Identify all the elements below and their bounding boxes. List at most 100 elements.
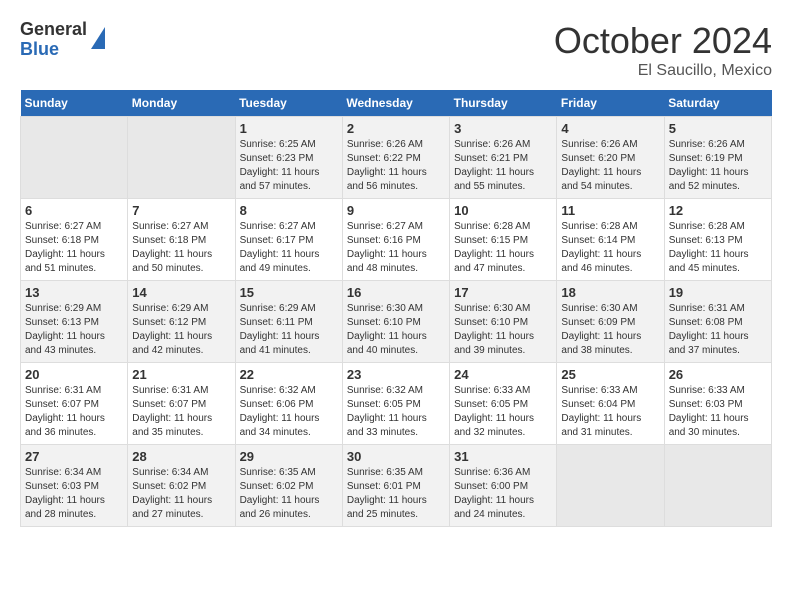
day-number: 30 (347, 449, 445, 464)
week-row: 27 Sunrise: 6:34 AM Sunset: 6:03 PM Dayli… (21, 445, 772, 527)
calendar-cell (128, 117, 235, 199)
day-info: Sunrise: 6:33 AM Sunset: 6:03 PM Dayligh… (669, 384, 767, 440)
calendar-cell: 23 Sunrise: 6:32 AM Sunset: 6:05 PM Dayli… (342, 363, 449, 445)
day-info: Sunrise: 6:27 AM Sunset: 6:16 PM Dayligh… (347, 220, 445, 276)
day-number: 23 (347, 367, 445, 382)
day-number: 16 (347, 285, 445, 300)
day-info: Sunrise: 6:26 AM Sunset: 6:22 PM Dayligh… (347, 138, 445, 194)
logo-blue: Blue (20, 40, 87, 60)
day-info: Sunrise: 6:32 AM Sunset: 6:06 PM Dayligh… (240, 384, 338, 440)
day-number: 5 (669, 121, 767, 136)
day-number: 12 (669, 203, 767, 218)
calendar-cell: 16 Sunrise: 6:30 AM Sunset: 6:10 PM Dayli… (342, 281, 449, 363)
calendar-cell: 24 Sunrise: 6:33 AM Sunset: 6:05 PM Dayli… (450, 363, 557, 445)
calendar-cell: 3 Sunrise: 6:26 AM Sunset: 6:21 PM Daylig… (450, 117, 557, 199)
title-block: October 2024 El Saucillo, Mexico (554, 20, 772, 80)
calendar-cell: 17Sunrise: 6:30 AM Sunset: 6:10 PM Dayli… (450, 281, 557, 363)
day-info: Sunrise: 6:30 AM Sunset: 6:10 PM Dayligh… (454, 302, 552, 358)
day-info: Sunrise: 6:27 AM Sunset: 6:18 PM Dayligh… (25, 220, 123, 276)
calendar-cell: 4 Sunrise: 6:26 AM Sunset: 6:20 PM Daylig… (557, 117, 664, 199)
calendar-cell: 28Sunrise: 6:34 AM Sunset: 6:02 PM Dayli… (128, 445, 235, 527)
day-info: Sunrise: 6:28 AM Sunset: 6:15 PM Dayligh… (454, 220, 552, 276)
day-info: Sunrise: 6:35 AM Sunset: 6:01 PM Dayligh… (347, 466, 445, 522)
day-info: Sunrise: 6:29 AM Sunset: 6:11 PM Dayligh… (240, 302, 338, 358)
calendar-cell: 15 Sunrise: 6:29 AM Sunset: 6:11 PM Dayli… (235, 281, 342, 363)
day-info: Sunrise: 6:26 AM Sunset: 6:19 PM Dayligh… (669, 138, 767, 194)
calendar-cell: 9 Sunrise: 6:27 AM Sunset: 6:16 PM Daylig… (342, 199, 449, 281)
calendar-table: SundayMondayTuesdayWednesdayThursdayFrid… (20, 90, 772, 527)
day-number: 29 (240, 449, 338, 464)
header-row: SundayMondayTuesdayWednesdayThursdayFrid… (21, 90, 772, 117)
day-number: 2 (347, 121, 445, 136)
day-header-saturday: Saturday (664, 90, 771, 117)
day-info: Sunrise: 6:30 AM Sunset: 6:10 PM Dayligh… (347, 302, 445, 358)
day-info: Sunrise: 6:31 AM Sunset: 6:08 PM Dayligh… (669, 302, 767, 358)
day-number: 18 (561, 285, 659, 300)
day-header-thursday: Thursday (450, 90, 557, 117)
day-info: Sunrise: 6:29 AM Sunset: 6:13 PM Dayligh… (25, 302, 123, 358)
day-number: 4 (561, 121, 659, 136)
day-number: 8 (240, 203, 338, 218)
calendar-cell (21, 117, 128, 199)
day-number: 9 (347, 203, 445, 218)
logo-triangle-icon (91, 27, 105, 49)
day-info: Sunrise: 6:32 AM Sunset: 6:05 PM Dayligh… (347, 384, 445, 440)
day-info: Sunrise: 6:29 AM Sunset: 6:12 PM Dayligh… (132, 302, 230, 358)
week-row: 13Sunrise: 6:29 AM Sunset: 6:13 PM Dayli… (21, 281, 772, 363)
day-info: Sunrise: 6:26 AM Sunset: 6:21 PM Dayligh… (454, 138, 552, 194)
calendar-cell: 25 Sunrise: 6:33 AM Sunset: 6:04 PM Dayli… (557, 363, 664, 445)
day-info: Sunrise: 6:34 AM Sunset: 6:02 PM Dayligh… (132, 466, 230, 522)
day-number: 22 (240, 367, 338, 382)
day-header-sunday: Sunday (21, 90, 128, 117)
calendar-cell: 21Sunrise: 6:31 AM Sunset: 6:07 PM Dayli… (128, 363, 235, 445)
calendar-cell: 5 Sunrise: 6:26 AM Sunset: 6:19 PM Daylig… (664, 117, 771, 199)
calendar-cell: 31 Sunrise: 6:36 AM Sunset: 6:00 PM Dayli… (450, 445, 557, 527)
calendar-cell: 2 Sunrise: 6:26 AM Sunset: 6:22 PM Daylig… (342, 117, 449, 199)
day-info: Sunrise: 6:34 AM Sunset: 6:03 PM Dayligh… (25, 466, 123, 522)
page-header: General Blue October 2024 El Saucillo, M… (20, 20, 772, 80)
day-info: Sunrise: 6:27 AM Sunset: 6:17 PM Dayligh… (240, 220, 338, 276)
day-info: Sunrise: 6:26 AM Sunset: 6:20 PM Dayligh… (561, 138, 659, 194)
location: El Saucillo, Mexico (554, 62, 772, 80)
calendar-cell: 18 Sunrise: 6:30 AM Sunset: 6:09 PM Dayli… (557, 281, 664, 363)
day-info: Sunrise: 6:27 AM Sunset: 6:18 PM Dayligh… (132, 220, 230, 276)
calendar-cell: 12Sunrise: 6:28 AM Sunset: 6:13 PM Dayli… (664, 199, 771, 281)
week-row: 20 Sunrise: 6:31 AM Sunset: 6:07 PM Dayli… (21, 363, 772, 445)
logo-general: General (20, 20, 87, 40)
day-number: 6 (25, 203, 123, 218)
calendar-cell: 19 Sunrise: 6:31 AM Sunset: 6:08 PM Dayli… (664, 281, 771, 363)
day-number: 31 (454, 449, 552, 464)
calendar-cell: 13Sunrise: 6:29 AM Sunset: 6:13 PM Dayli… (21, 281, 128, 363)
day-header-tuesday: Tuesday (235, 90, 342, 117)
day-info: Sunrise: 6:30 AM Sunset: 6:09 PM Dayligh… (561, 302, 659, 358)
day-info: Sunrise: 6:25 AM Sunset: 6:23 PM Dayligh… (240, 138, 338, 194)
day-number: 10 (454, 203, 552, 218)
day-info: Sunrise: 6:33 AM Sunset: 6:04 PM Dayligh… (561, 384, 659, 440)
day-header-wednesday: Wednesday (342, 90, 449, 117)
day-number: 25 (561, 367, 659, 382)
calendar-cell (557, 445, 664, 527)
logo-text: General Blue (20, 20, 87, 60)
calendar-cell: 7 Sunrise: 6:27 AM Sunset: 6:18 PM Daylig… (128, 199, 235, 281)
day-info: Sunrise: 6:36 AM Sunset: 6:00 PM Dayligh… (454, 466, 552, 522)
day-info: Sunrise: 6:31 AM Sunset: 6:07 PM Dayligh… (132, 384, 230, 440)
calendar-cell: 11Sunrise: 6:28 AM Sunset: 6:14 PM Dayli… (557, 199, 664, 281)
calendar-cell: 22 Sunrise: 6:32 AM Sunset: 6:06 PM Dayli… (235, 363, 342, 445)
day-number: 24 (454, 367, 552, 382)
calendar-cell (664, 445, 771, 527)
day-number: 20 (25, 367, 123, 382)
calendar-cell: 30 Sunrise: 6:35 AM Sunset: 6:01 PM Dayli… (342, 445, 449, 527)
day-number: 7 (132, 203, 230, 218)
day-info: Sunrise: 6:31 AM Sunset: 6:07 PM Dayligh… (25, 384, 123, 440)
calendar-cell: 29Sunrise: 6:35 AM Sunset: 6:02 PM Dayli… (235, 445, 342, 527)
day-number: 3 (454, 121, 552, 136)
day-number: 27 (25, 449, 123, 464)
day-info: Sunrise: 6:33 AM Sunset: 6:05 PM Dayligh… (454, 384, 552, 440)
day-number: 1 (240, 121, 338, 136)
logo: General Blue (20, 20, 105, 60)
week-row: 1 Sunrise: 6:25 AM Sunset: 6:23 PM Daylig… (21, 117, 772, 199)
day-number: 14 (132, 285, 230, 300)
calendar-cell: 14 Sunrise: 6:29 AM Sunset: 6:12 PM Dayli… (128, 281, 235, 363)
day-number: 15 (240, 285, 338, 300)
day-number: 19 (669, 285, 767, 300)
